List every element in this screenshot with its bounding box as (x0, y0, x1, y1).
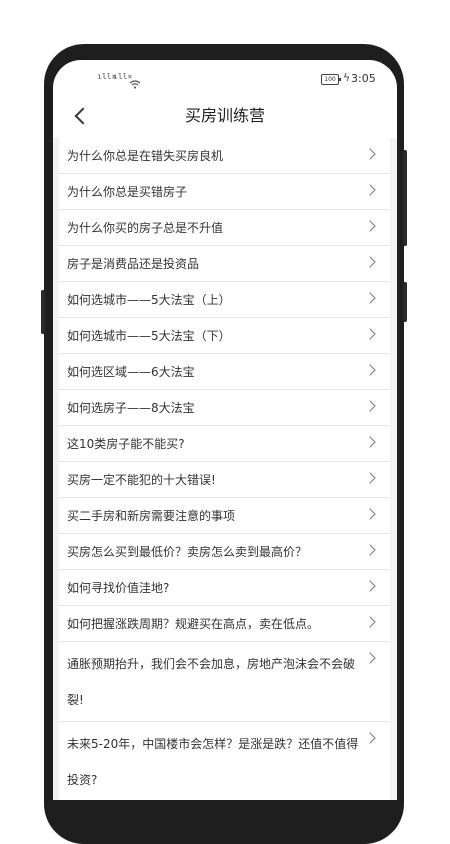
list-item-label: 未来5-20年，中国楼市会怎样？是涨是跌？还值不值得投资? (67, 737, 359, 787)
chevron-right-icon (364, 184, 376, 196)
app-header: 买房训练营 (53, 96, 397, 136)
chevron-right-icon (364, 148, 376, 160)
chevron-right-icon (364, 400, 376, 412)
chevron-right-icon (364, 580, 376, 592)
list-item[interactable]: 如何寻找价值洼地? (59, 570, 390, 606)
status-bar: ıll× ıll× 100 ϟ 3:05 (53, 60, 397, 96)
list-item[interactable]: 如何选房子——8大法宝 (59, 390, 390, 426)
charging-icon: ϟ (343, 71, 351, 84)
list-item[interactable]: 房子是消费品还是投资品 (59, 246, 390, 282)
chevron-right-icon (364, 652, 376, 664)
list-item-label: 如何寻找价值洼地? (67, 581, 170, 595)
page-title: 买房训练营 (184, 106, 265, 125)
list-item[interactable]: 为什么你总是在错失买房良机 (59, 138, 390, 174)
phone-side-button (41, 290, 45, 334)
list-item[interactable]: 买房怎么买到最低价？卖房怎么卖到最高价？ (59, 534, 390, 570)
chevron-right-icon (364, 544, 376, 556)
chevron-right-icon (364, 616, 376, 628)
chevron-right-icon (364, 472, 376, 484)
phone-screen: ıll× ıll× 100 ϟ 3:05 买房训练营 为什么你总是在错失买房良机… (53, 60, 397, 800)
list-item-label: 如何把握涨跌周期？规避买在高点，卖在低点。 (67, 617, 320, 631)
list-item[interactable]: 这10类房子能不能买? (59, 426, 390, 462)
list-item-label: 买房一定不能犯的十大错误! (67, 473, 216, 487)
list-item-label: 买房怎么买到最低价？卖房怎么卖到最高价？ (67, 545, 308, 559)
list-item-label: 这10类房子能不能买? (67, 437, 185, 451)
list-item[interactable]: 如何选城市——5大法宝（上） (59, 282, 390, 318)
status-time: 3:05 (351, 72, 376, 85)
list-item[interactable]: 买房一定不能犯的十大错误! (59, 462, 390, 498)
list-item-label: 如何选房子——8大法宝 (67, 401, 195, 415)
list-item-label: 如何选区域——6大法宝 (67, 365, 195, 379)
list-item-label: 为什么你总是在错失买房良机 (67, 149, 224, 163)
chevron-right-icon (364, 732, 376, 744)
list-item[interactable]: 为什么你总是买错房子 (59, 174, 390, 210)
list-item[interactable]: 如何把握涨跌周期？规避买在高点，卖在低点。 (59, 606, 390, 642)
phone-volume-button (403, 150, 407, 246)
chevron-right-icon (364, 436, 376, 448)
scrollbar[interactable] (390, 138, 393, 800)
list-item[interactable]: 如何选区域——6大法宝 (59, 354, 390, 390)
list-item[interactable]: 买二手房和新房需要注意的事项 (59, 498, 390, 534)
chevron-right-icon (364, 292, 376, 304)
list-item-label: 通胀预期抬升，我们会不会加息，房地产泡沫会不会破裂! (67, 657, 356, 707)
chevron-right-icon (364, 364, 376, 376)
list-item[interactable]: 为什么你买的房子总是不升值 (59, 210, 390, 246)
back-arrow-icon[interactable] (67, 100, 95, 130)
battery-icon: 100 (321, 74, 341, 85)
list-item-label: 为什么你买的房子总是不升值 (67, 221, 224, 235)
list-item-label: 买二手房和新房需要注意的事项 (67, 509, 236, 523)
list-item[interactable]: 如何选城市——5大法宝（下） (59, 318, 390, 354)
list-item[interactable]: 未来5-20年，中国楼市会怎样？是涨是跌？还值不值得投资? (59, 722, 390, 800)
chevron-right-icon (364, 256, 376, 268)
lesson-list: 为什么你总是在错失买房良机 为什么你总是买错房子 为什么你买的房子总是不升值 房… (53, 138, 397, 800)
list-item-label: 为什么你总是买错房子 (67, 185, 188, 199)
wifi-icon (129, 74, 141, 89)
list-item-label: 房子是消费品还是投资品 (67, 257, 200, 271)
list-item-label: 如何选城市——5大法宝（下） (67, 329, 231, 343)
list-item[interactable]: 通胀预期抬升，我们会不会加息，房地产泡沫会不会破裂! (59, 642, 390, 722)
list-item-label: 如何选城市——5大法宝（上） (67, 293, 231, 307)
chevron-right-icon (364, 220, 376, 232)
chevron-right-icon (364, 328, 376, 340)
chevron-right-icon (364, 508, 376, 520)
phone-power-button (403, 282, 407, 322)
